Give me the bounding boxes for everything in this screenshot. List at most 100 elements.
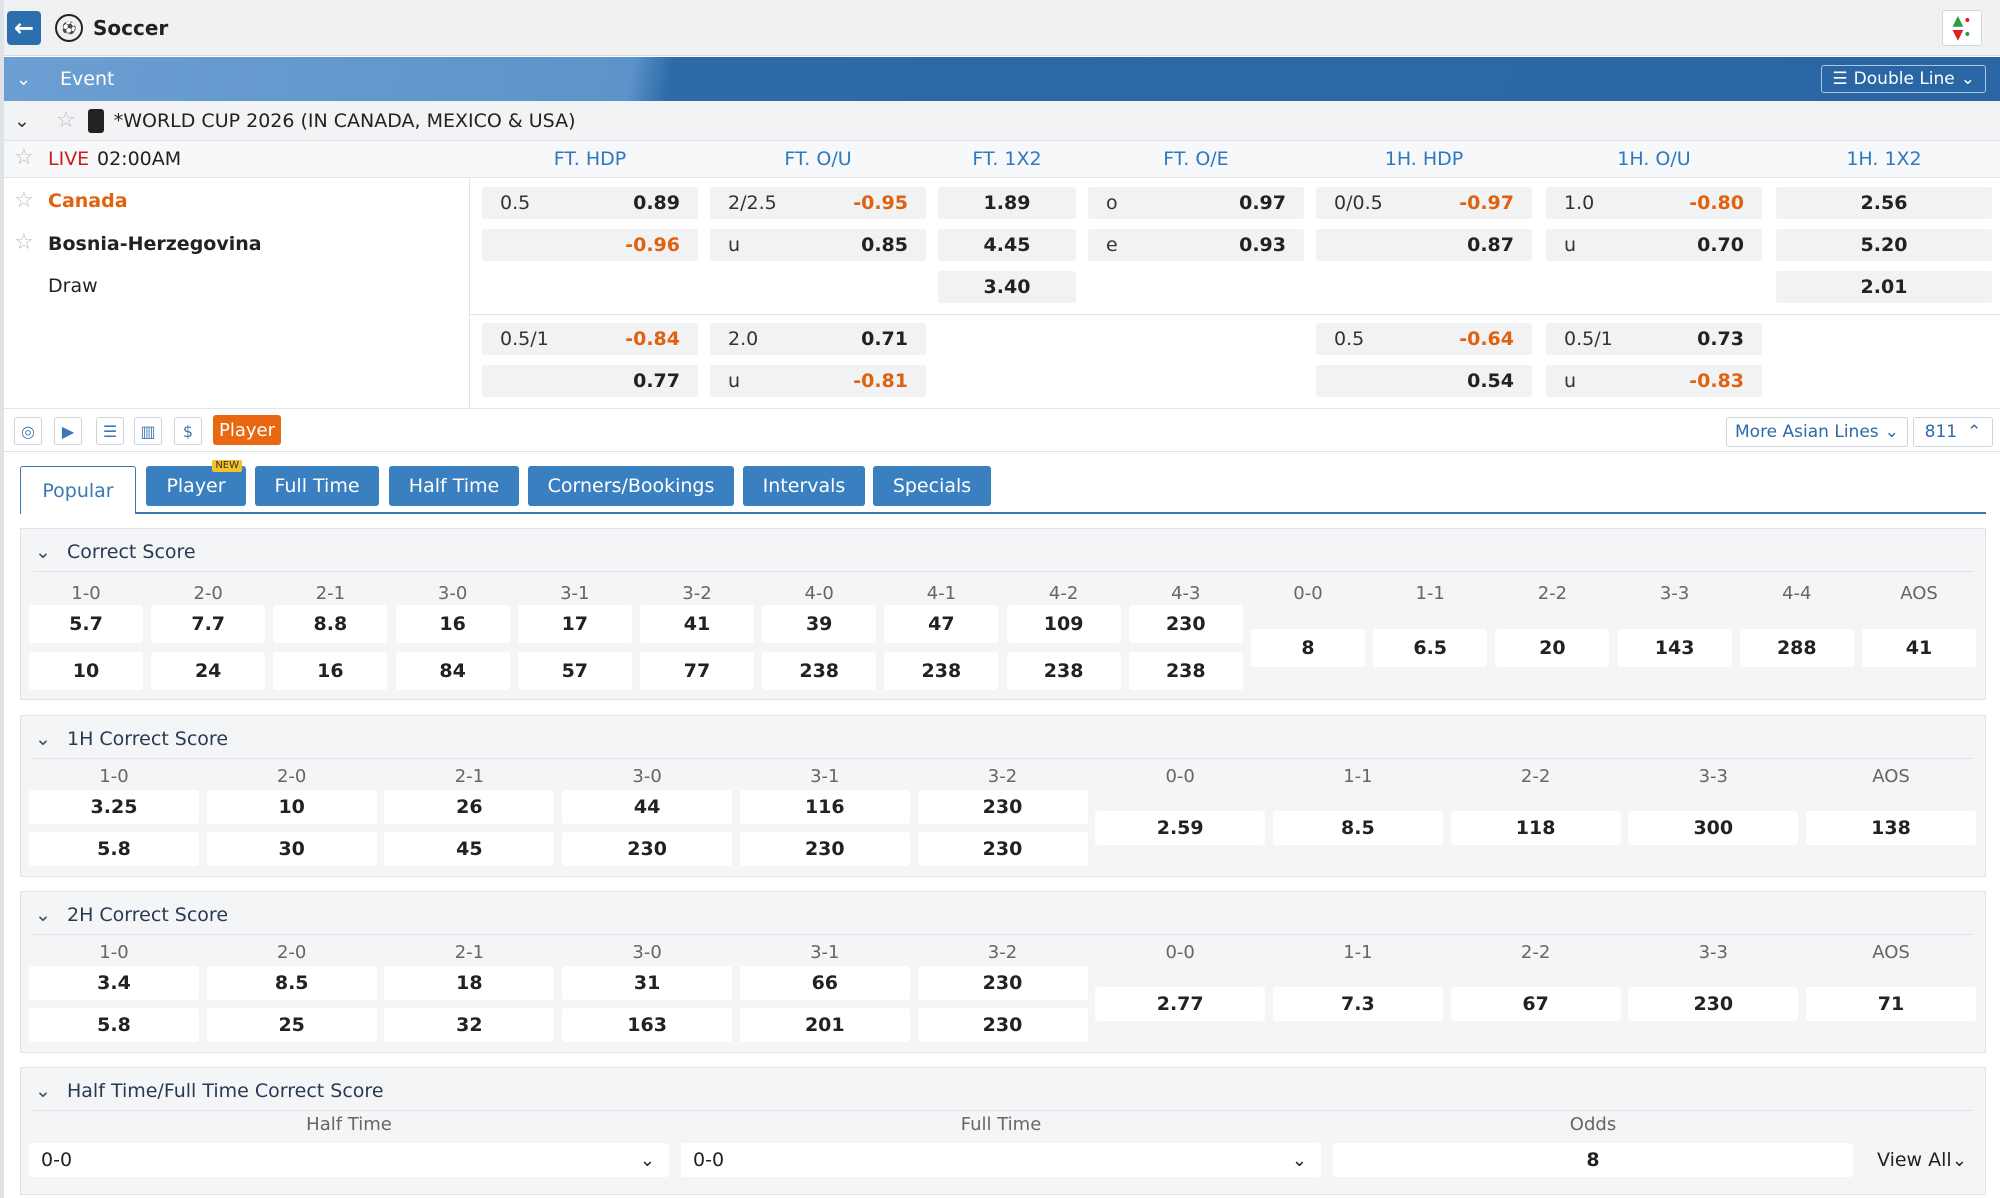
tab-intervals[interactable]: Intervals <box>743 466 865 506</box>
odds-cell[interactable]: 6.5 <box>1373 629 1488 667</box>
odds-cell[interactable]: 230 <box>739 832 910 866</box>
odds-cell[interactable]: 66 <box>739 966 910 1000</box>
odds-cell[interactable]: 230 <box>562 832 733 866</box>
favorite-star-icon[interactable]: ☆ <box>14 188 34 213</box>
odds-cell[interactable]: 2/2.5 -0.95 <box>710 187 926 219</box>
chevron-down-icon[interactable]: ⌄ <box>35 904 67 926</box>
back-icon[interactable]: ← <box>7 10 41 45</box>
odds-cell[interactable]: 0.77 <box>482 365 698 397</box>
favorite-star-icon[interactable]: ☆ <box>14 145 34 170</box>
odds-cell[interactable]: 3.25 <box>29 790 199 824</box>
odds-cell[interactable]: 2.77 <box>1095 987 1266 1021</box>
odds-cell[interactable]: 230 <box>917 790 1088 824</box>
odds-cell[interactable]: 143 <box>1617 629 1732 667</box>
odds-cell[interactable]: 0.5/1 -0.84 <box>482 323 698 355</box>
odds-cell[interactable]: 71 <box>1806 987 1976 1021</box>
odds-cell[interactable]: 16 <box>273 652 388 690</box>
odds-cell[interactable]: 8 <box>1251 629 1365 667</box>
odds-cell[interactable]: 16 <box>395 605 510 643</box>
odds-cell[interactable]: u -0.81 <box>710 365 926 397</box>
tab-specials[interactable]: Specials <box>873 466 991 506</box>
odds-cell[interactable]: 10 <box>206 790 377 824</box>
chevron-down-icon[interactable]: ⌄ <box>35 541 67 563</box>
odds-cell[interactable]: 41 <box>1862 629 1976 667</box>
full-time-select[interactable]: 0-0 ⌄ <box>681 1143 1321 1177</box>
view-all-button[interactable]: View All ⌄ <box>1865 1143 1981 1177</box>
odds-cell[interactable]: 4.45 <box>938 229 1076 261</box>
odds-cell[interactable]: 57 <box>517 652 632 690</box>
chevron-down-icon[interactable]: ⌄ <box>16 69 34 90</box>
odds-cell[interactable]: -0.96 <box>482 229 698 261</box>
odds-cell[interactable]: 3.4 <box>29 966 199 1000</box>
odds-cell[interactable]: 77 <box>640 652 754 690</box>
odds-cell[interactable]: 3.40 <box>938 271 1076 303</box>
odds-cell[interactable]: 300 <box>1628 811 1799 845</box>
odds-cell[interactable]: 2.56 <box>1776 187 1992 219</box>
tab-corners-bookings[interactable]: Corners/Bookings <box>528 466 734 506</box>
odds-cell[interactable]: 5.8 <box>29 832 199 866</box>
odds-cell[interactable]: 8.5 <box>1272 811 1443 845</box>
odds-cell[interactable]: 67 <box>1450 987 1621 1021</box>
odds-cell[interactable]: 1.89 <box>938 187 1076 219</box>
stats-chart-icon[interactable]: ▥ <box>134 417 162 445</box>
odds-cell[interactable]: 39 <box>762 605 877 643</box>
odds-cell[interactable]: 116 <box>739 790 910 824</box>
odds-cell[interactable]: 84 <box>395 652 510 690</box>
view-mode-dropdown[interactable]: ☰ Double Line ⌄ <box>1821 65 1986 93</box>
odds-cell[interactable]: 1.0 -0.80 <box>1546 187 1762 219</box>
odds-cell[interactable]: u 0.85 <box>710 229 926 261</box>
chevron-down-icon[interactable]: ⌄ <box>14 110 34 132</box>
odds-cell[interactable]: 24 <box>151 652 266 690</box>
odds-cell[interactable]: 230 <box>917 966 1088 1000</box>
favorite-star-icon[interactable]: ☆ <box>14 230 34 255</box>
tab-half-time[interactable]: Half Time <box>389 466 519 506</box>
sort-arrows-icon[interactable]: ▲• ▼• <box>1942 10 1982 46</box>
player-button[interactable]: Player <box>213 415 282 445</box>
odds-cell[interactable]: 0.5/1 0.73 <box>1546 323 1762 355</box>
panel-header[interactable]: ⌄ Correct Score <box>21 539 196 565</box>
odds-cell[interactable]: 230 <box>1128 605 1243 643</box>
odds-cell[interactable]: 25 <box>206 1008 377 1042</box>
odds-cell[interactable]: 20 <box>1495 629 1610 667</box>
odds-cell[interactable]: 45 <box>384 832 555 866</box>
chevron-down-icon[interactable]: ⌄ <box>35 1080 67 1102</box>
odds-cell[interactable]: 17 <box>517 605 632 643</box>
odds-cell[interactable]: 0/0.5 -0.97 <box>1316 187 1532 219</box>
odds-cell[interactable]: u 0.70 <box>1546 229 1762 261</box>
odds-cell[interactable]: 201 <box>739 1008 910 1042</box>
play-video-icon[interactable]: ▶ <box>54 417 82 445</box>
odds-cell[interactable]: 10 <box>29 652 143 690</box>
odds-cell[interactable]: u -0.83 <box>1546 365 1762 397</box>
odds-cell[interactable]: 2.0 0.71 <box>710 323 926 355</box>
odds-cell[interactable]: 18 <box>384 966 555 1000</box>
tab-full-time[interactable]: Full Time <box>255 466 379 506</box>
odds-cell[interactable]: 7.7 <box>151 605 266 643</box>
tab-popular[interactable]: Popular <box>20 466 136 514</box>
chevron-down-icon[interactable]: ⌄ <box>35 728 67 750</box>
odds-cell[interactable]: 5.20 <box>1776 229 1992 261</box>
odds-cell[interactable]: 0.5 -0.64 <box>1316 323 1532 355</box>
odds-cell[interactable]: 8.5 <box>206 966 377 1000</box>
odds-cell[interactable]: 31 <box>562 966 733 1000</box>
odds-cell[interactable]: 0.87 <box>1316 229 1532 261</box>
odds-cell[interactable]: 7.3 <box>1272 987 1443 1021</box>
half-time-select[interactable]: 0-0 ⌄ <box>29 1143 669 1177</box>
odds-cell[interactable]: 109 <box>1006 605 1121 643</box>
league-row[interactable]: ⌄ ☆ *WORLD CUP 2026 (IN CANADA, MEXICO &… <box>4 101 2000 141</box>
favorite-star-icon[interactable]: ☆ <box>56 108 76 133</box>
tab-player[interactable]: Player NEW <box>146 460 246 506</box>
cashout-icon[interactable]: $ <box>174 417 202 445</box>
odds-cell[interactable]: 30 <box>206 832 377 866</box>
scoreboard-icon[interactable]: ☰ <box>96 417 124 445</box>
odds-cell[interactable]: 2.01 <box>1776 271 1992 303</box>
market-count-toggle[interactable]: 811 ⌃ <box>1913 417 1993 447</box>
more-asian-lines-dropdown[interactable]: More Asian Lines ⌄ <box>1726 417 1908 447</box>
odds-cell[interactable]: 0.54 <box>1316 365 1532 397</box>
odds-cell[interactable]: 47 <box>884 605 999 643</box>
panel-header[interactable]: ⌄ 2H Correct Score <box>21 902 228 928</box>
odds-cell[interactable]: 230 <box>917 832 1088 866</box>
odds-cell[interactable]: 138 <box>1806 811 1976 845</box>
odds-cell[interactable]: 8.8 <box>273 605 388 643</box>
pitch-tracker-icon[interactable]: ◎ <box>14 417 42 445</box>
odds-cell[interactable]: 230 <box>1628 987 1799 1021</box>
